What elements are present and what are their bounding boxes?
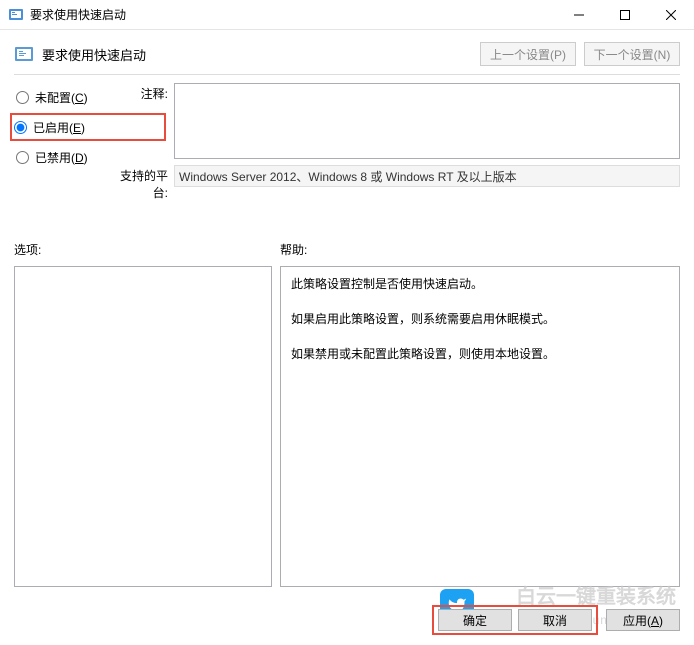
platform-label: 支持的平台: [108,165,174,201]
radio-disabled-input[interactable] [16,151,29,164]
page-title: 要求使用快速启动 [42,45,480,64]
options-box [14,266,272,587]
help-line1: 此策略设置控制是否使用快速启动。 [291,275,669,294]
app-icon [8,7,24,23]
config-right: 注释: 支持的平台: Windows Server 2012、Windows 8… [174,83,680,207]
platform-row: 支持的平台: Windows Server 2012、Windows 8 或 W… [108,165,680,201]
help-line3: 如果禁用或未配置此策略设置，则使用本地设置。 [291,345,669,364]
lower-area: 选项: 帮助: 此策略设置控制是否使用快速启动。 如果启用此策略设置，则系统需要… [0,207,694,595]
policy-icon [14,44,34,64]
cancel-button[interactable]: 取消 [518,609,592,631]
help-box: 此策略设置控制是否使用快速启动。 如果启用此策略设置，则系统需要启用休眠模式。 … [280,266,680,587]
minimize-button[interactable] [556,0,602,30]
comment-label: 注释: [108,83,174,159]
next-setting-button[interactable]: 下一个设置(N) [584,42,680,66]
help-label: 帮助: [280,241,680,258]
options-label: 选项: [14,241,272,258]
prev-setting-button[interactable]: 上一个设置(P) [480,42,576,66]
platform-value: Windows Server 2012、Windows 8 或 Windows … [174,165,680,187]
radio-enabled-input[interactable] [14,121,27,134]
apply-button[interactable]: 应用(A) [606,609,680,631]
ok-cancel-highlight: 确定 取消 [432,605,598,635]
comment-input[interactable] [174,83,680,159]
radio-enabled-label: 已启用(E) [33,119,85,136]
radio-disabled-label: 已禁用(D) [35,149,88,166]
ok-button[interactable]: 确定 [438,609,512,631]
radio-not-configured-label: 未配置(C) [35,89,88,106]
comment-row: 注释: [108,83,680,159]
nav-buttons: 上一个设置(P) 下一个设置(N) [480,42,680,66]
close-button[interactable] [648,0,694,30]
help-column: 帮助: 此策略设置控制是否使用快速启动。 如果启用此策略设置，则系统需要启用休眠… [280,241,680,587]
window-controls [556,0,694,30]
radio-not-configured-input[interactable] [16,91,29,104]
maximize-button[interactable] [602,0,648,30]
bottom-buttons: 确定 取消 应用(A) [432,605,680,635]
titlebar: 要求使用快速启动 [0,0,694,30]
config-area: 未配置(C) 已启用(E) 已禁用(D) 注释: 支持的平台: Windows … [0,75,694,207]
options-column: 选项: [14,241,272,587]
window-title: 要求使用快速启动 [30,6,556,23]
help-line2: 如果启用此策略设置，则系统需要启用休眠模式。 [291,310,669,329]
header-row: 要求使用快速启动 上一个设置(P) 下一个设置(N) [0,30,694,74]
